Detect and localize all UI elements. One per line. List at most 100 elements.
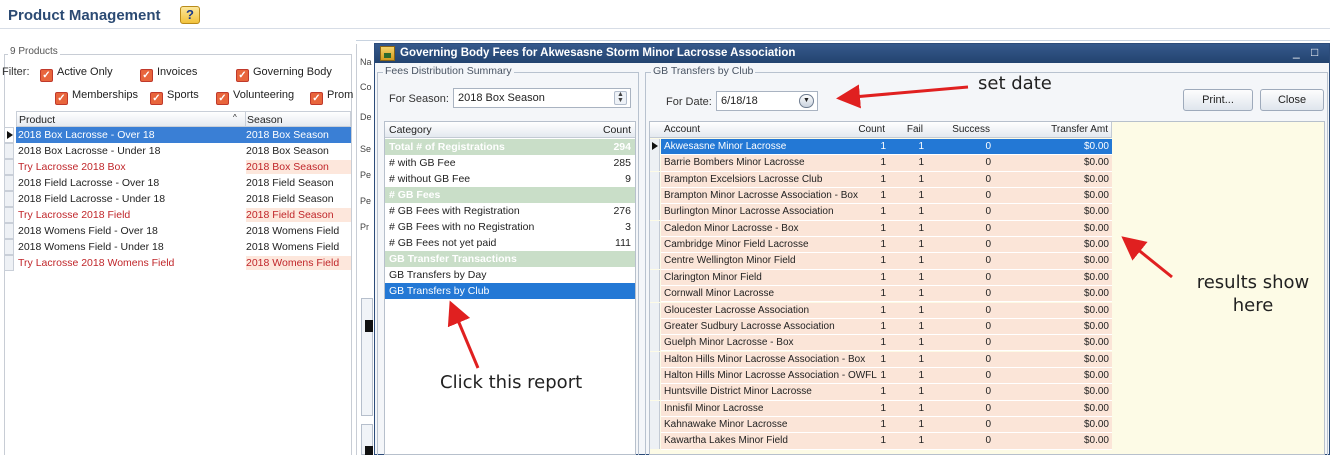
report-gb-transfers-by-day[interactable]: GB Transfers by Day	[385, 267, 635, 283]
row-selector[interactable]	[650, 433, 660, 450]
column-header-success[interactable]: Success	[952, 124, 990, 135]
category-row[interactable]: # GB Fees not yet paid 111	[385, 235, 635, 251]
results-row[interactable]: Clarington Minor Field 1 1 0 $0.00	[661, 269, 1112, 287]
results-row[interactable]: Huntsville District Minor Lacrosse 1 1 0 $0.…	[661, 384, 1112, 401]
season-select[interactable]: 2018 Box Season ▲ ▼	[453, 88, 631, 108]
detail-label: Pe	[360, 170, 372, 180]
row-selector[interactable]	[4, 207, 14, 223]
row-selector[interactable]	[650, 220, 660, 237]
spinner-updown-icon[interactable]: ▲ ▼	[614, 91, 627, 105]
row-selector[interactable]	[650, 188, 660, 205]
date-picker[interactable]: 6/18/18 ▼	[716, 91, 818, 111]
category-row[interactable]: # without GB Fee 9	[385, 171, 635, 187]
minimize-button[interactable]: _	[1293, 45, 1300, 59]
for-season-label: For Season:	[389, 93, 449, 105]
results-row[interactable]: Cornwall Minor Lacrosse 1 1 0 $0.00	[661, 286, 1112, 303]
column-header-category[interactable]: Category	[389, 124, 432, 136]
results-row[interactable]: Halton Hills Minor Lacrosse Association …	[661, 351, 1112, 368]
category-row[interactable]: # GB Fees with no Registration 3	[385, 219, 635, 235]
filter-sports-checkbox[interactable]: ✓ Sports	[150, 89, 199, 105]
row-selector[interactable]	[650, 351, 660, 368]
cell-count: 1	[880, 386, 886, 398]
row-selector[interactable]	[4, 223, 14, 239]
product-row[interactable]: Try Lacrosse 2018 Womens Field 2018 Wome…	[16, 255, 351, 271]
row-selector[interactable]	[650, 155, 660, 172]
column-header-account[interactable]: Account	[664, 124, 700, 135]
current-row-arrow-icon[interactable]	[650, 139, 660, 155]
results-row[interactable]: Gloucester Lacrosse Association 1 1 0 $0.00	[661, 302, 1112, 319]
cell-fail: 1	[918, 435, 924, 447]
column-header-count[interactable]: Count	[858, 124, 885, 135]
results-grid-header: Account Count Fail Success Transfer Amt	[650, 122, 1112, 138]
results-row[interactable]: Kawartha Lakes Minor Field 1 1 0 $0.00	[661, 433, 1112, 450]
results-row[interactable]: Greater Sudbury Lacrosse Association 1 1 0 $…	[661, 318, 1112, 336]
dialog-titlebar[interactable]: Governing Body Fees for Akwesasne Storm …	[375, 44, 1329, 63]
category-row[interactable]: # GB Fees with Registration 276	[385, 203, 635, 219]
column-header-count[interactable]: Count	[603, 124, 631, 136]
row-selector[interactable]	[650, 384, 660, 401]
checkbox-checked-icon: ✓	[310, 92, 323, 105]
results-row[interactable]: Barrie Bombers Minor Lacrosse 1 1 0 $0.00	[661, 155, 1112, 172]
results-row[interactable]: Guelph Minor Lacrosse - Box 1 1 0 $0.00	[661, 335, 1112, 352]
help-icon[interactable]: ?	[180, 6, 200, 24]
column-header-fail[interactable]: Fail	[907, 124, 923, 135]
column-header-season[interactable]: Season	[247, 114, 283, 126]
row-selector[interactable]	[650, 416, 660, 433]
product-row[interactable]: Try Lacrosse 2018 Field 2018 Field Seaso…	[16, 207, 351, 223]
results-row[interactable]: Kahnawake Minor Lacrosse 1 1 0 $0.00	[661, 416, 1112, 434]
row-selector[interactable]	[650, 335, 660, 352]
row-selector[interactable]	[650, 171, 660, 188]
results-row[interactable]: Brampton Excelsiors Lacrosse Club 1 1 0 $0.0…	[661, 171, 1112, 188]
product-row[interactable]: 2018 Box Lacrosse - Over 18 2018 Box Sea…	[16, 127, 351, 143]
cell-success: 0	[985, 337, 991, 349]
close-button[interactable]: Close	[1260, 89, 1324, 111]
row-selector[interactable]	[4, 255, 14, 271]
row-selector[interactable]	[4, 175, 14, 191]
results-row[interactable]: Caledon Minor Lacrosse - Box 1 1 0 $0.00	[661, 220, 1112, 238]
column-header-product[interactable]: Product	[19, 114, 55, 126]
product-row[interactable]: Try Lacrosse 2018 Box 2018 Box Season	[16, 159, 351, 175]
row-selector[interactable]	[650, 367, 660, 384]
row-selector[interactable]	[650, 302, 660, 319]
product-row[interactable]: 2018 Box Lacrosse - Under 18 2018 Box Se…	[16, 143, 351, 159]
report-gb-transfers-by-club[interactable]: GB Transfers by Club	[385, 283, 635, 299]
row-selector[interactable]	[650, 237, 660, 254]
product-row[interactable]: 2018 Womens Field - Under 18 2018 Womens…	[16, 239, 351, 255]
cell-fail: 1	[918, 141, 924, 152]
product-row[interactable]: 2018 Field Lacrosse - Under 18 2018 Fiel…	[16, 191, 351, 207]
results-row[interactable]: Burlington Minor Lacrosse Association 1 1 0…	[661, 204, 1112, 221]
product-row[interactable]: 2018 Field Lacrosse - Over 18 2018 Field…	[16, 175, 351, 191]
cell-count: 1	[880, 288, 886, 300]
filter-volunteering-checkbox[interactable]: ✓ Volunteering	[216, 89, 294, 105]
filter-active-only-checkbox[interactable]: ✓ Active Only	[40, 66, 113, 82]
results-row[interactable]: Cambridge Minor Field Lacrosse 1 1 0 $0.00	[661, 237, 1112, 254]
column-header-transfer-amt[interactable]: Transfer Amt	[1051, 124, 1108, 135]
results-row[interactable]: Brampton Minor Lacrosse Association - Bo…	[661, 188, 1112, 205]
detail-header-line	[356, 40, 1330, 41]
row-selector[interactable]	[650, 269, 660, 286]
detail-tab[interactable]: De	[360, 112, 372, 122]
row-selector[interactable]	[650, 253, 660, 270]
results-row[interactable]: Centre Wellington Minor Field 1 1 0 $0.00	[661, 253, 1112, 270]
cell-count: 1	[880, 337, 886, 349]
results-row[interactable]: Halton Hills Minor Lacrosse Association …	[661, 367, 1112, 385]
row-selector[interactable]	[4, 191, 14, 207]
row-selector[interactable]	[4, 143, 14, 159]
row-selector[interactable]	[650, 400, 660, 417]
category-row[interactable]: # with GB Fee 285	[385, 155, 635, 171]
maximize-button[interactable]: □	[1311, 45, 1318, 59]
row-selector[interactable]	[650, 286, 660, 303]
filter-governing-body-checkbox[interactable]: ✓ Governing Body	[236, 66, 332, 82]
row-selector[interactable]	[650, 204, 660, 221]
row-selector[interactable]	[4, 239, 14, 255]
row-selector[interactable]	[650, 318, 660, 335]
product-row[interactable]: 2018 Womens Field - Over 18 2018 Womens …	[16, 223, 351, 239]
results-row[interactable]: Innisfil Minor Lacrosse 1 1 0 $0.00	[661, 400, 1112, 417]
print-button[interactable]: Print...	[1183, 89, 1253, 111]
results-row[interactable]: Akwesasne Minor Lacrosse 1 1 0 $0.00	[661, 139, 1112, 156]
calendar-dropdown-icon[interactable]: ▼	[799, 94, 814, 108]
row-selector[interactable]	[4, 159, 14, 175]
filter-promotions-checkbox[interactable]: ✓ Prom	[310, 89, 354, 105]
filter-memberships-checkbox[interactable]: ✓ Memberships	[55, 89, 138, 105]
filter-invoices-checkbox[interactable]: ✓ Invoices	[140, 66, 197, 82]
